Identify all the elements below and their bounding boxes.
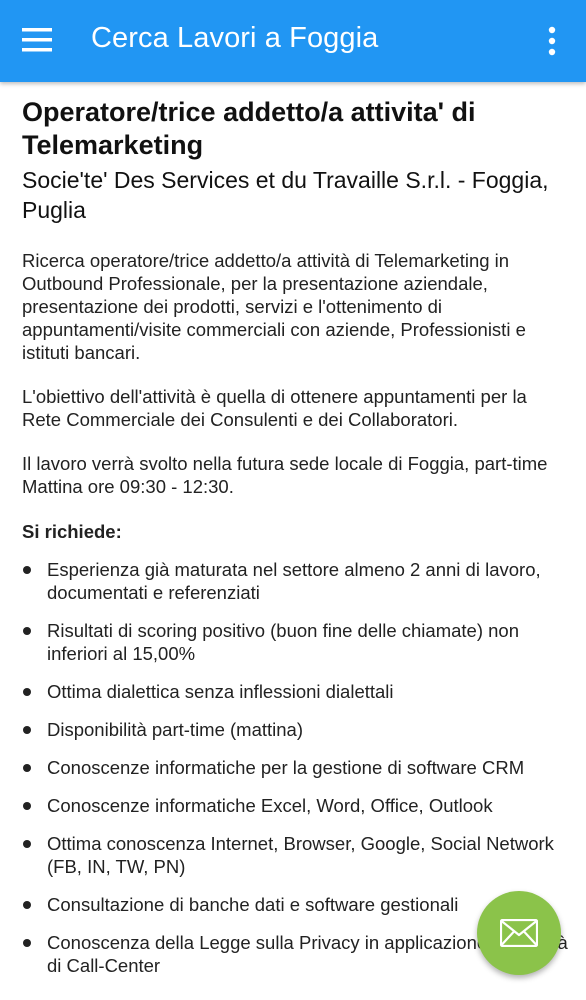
requirement-item: Esperienza già maturata nel settore alme… — [22, 558, 570, 604]
requirement-item: Ottima dialettica senza inflessioni dial… — [22, 680, 570, 703]
bullet-icon — [23, 901, 31, 909]
bullet-icon — [23, 627, 31, 635]
app-bar: Cerca Lavori a Foggia — [0, 0, 586, 82]
requirement-text: Consultazione di banche dati e software … — [47, 894, 459, 915]
description-paragraph: Ricerca operatore/trice addetto/a attivi… — [22, 250, 526, 363]
requirement-text: Conoscenze informatiche Excel, Word, Off… — [47, 795, 493, 816]
requirement-text: Risultati di scoring positivo (buon fine… — [47, 620, 520, 664]
job-detail: Operatore/trice addetto/a attivita' di T… — [22, 96, 570, 992]
requirement-item: Conoscenze informatiche Excel, Word, Off… — [22, 794, 570, 817]
bullet-icon — [23, 764, 31, 772]
requirements-heading: Si richiede: — [22, 521, 122, 542]
description-paragraph: Il lavoro verrà svolto nella futura sede… — [22, 453, 548, 497]
bullet-icon — [23, 726, 31, 734]
bullet-icon — [23, 802, 31, 810]
envelope-icon — [500, 919, 538, 947]
requirement-text: Esperienza già maturata nel settore alme… — [47, 559, 541, 603]
requirement-item: Risultati di scoring positivo (buon fine… — [22, 619, 570, 665]
requirement-text: Conoscenze informatiche per la gestione … — [47, 757, 525, 778]
bullet-icon — [23, 566, 31, 574]
bullet-icon — [23, 939, 31, 947]
contact-email-button[interactable] — [477, 891, 561, 975]
bullet-icon — [23, 840, 31, 848]
requirement-text: Ottima conoscenza Internet, Browser, Goo… — [47, 833, 554, 877]
company-location: Socie'te' Des Services et du Travaille S… — [22, 167, 549, 223]
requirement-item: Conoscenze informatiche per la gestione … — [22, 756, 570, 779]
menu-button[interactable] — [22, 26, 62, 56]
description-paragraph: L'obiettivo dell'attività è quella di ot… — [22, 386, 527, 430]
app-title: Cerca Lavori a Foggia — [91, 22, 379, 54]
overflow-menu-button[interactable] — [540, 22, 564, 60]
hamburger-menu-icon — [22, 28, 52, 52]
requirement-item: Ottima conoscenza Internet, Browser, Goo… — [22, 832, 570, 878]
job-title: Operatore/trice addetto/a attivita' di T… — [22, 97, 476, 160]
requirement-text: Disponibilità part-time (mattina) — [47, 719, 304, 740]
more-vertical-icon — [548, 26, 556, 56]
job-description: Ricerca operatore/trice addetto/a attivi… — [22, 249, 570, 498]
bullet-icon — [23, 688, 31, 696]
requirement-text: Ottima dialettica senza inflessioni dial… — [47, 681, 394, 702]
requirement-item: Disponibilità part-time (mattina) — [22, 718, 570, 741]
